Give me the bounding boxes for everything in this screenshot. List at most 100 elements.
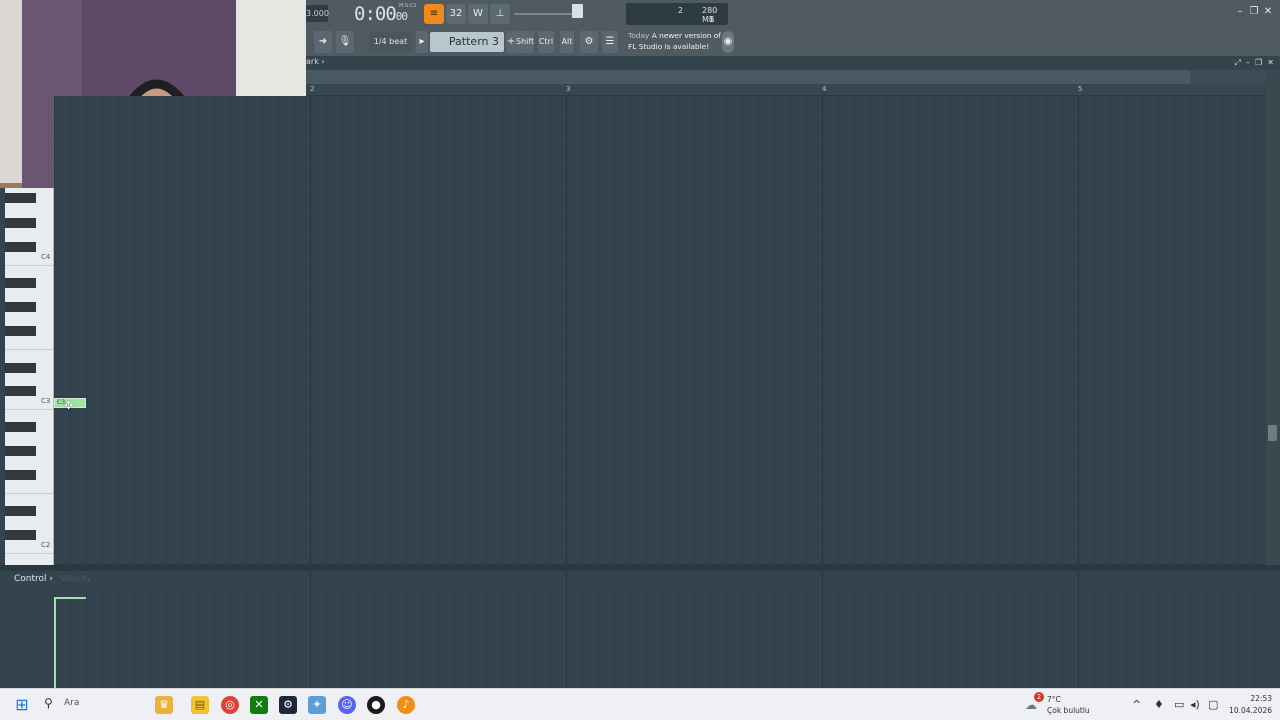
- clock-date: 10.04.2026: [1229, 706, 1272, 715]
- key-divider: [5, 349, 53, 350]
- fl-studio-window: 3.000 0:0000 M:S:CS ≡ 32 W ⊥ 2 280 MB 1 …: [0, 0, 1280, 720]
- microphone-tray-icon[interactable]: ♦: [1154, 698, 1164, 711]
- velocity-grid[interactable]: [54, 589, 1266, 688]
- shift-button[interactable]: Shift: [516, 31, 534, 53]
- app-settings-icon[interactable]: ✦: [308, 696, 326, 714]
- song-mode-button[interactable]: 32: [446, 4, 466, 24]
- black-key[interactable]: [5, 278, 36, 288]
- game-app-icon[interactable]: ♛: [155, 696, 173, 714]
- black-key[interactable]: [5, 386, 36, 396]
- black-key[interactable]: [5, 446, 36, 456]
- memory-value: 280 MB: [702, 6, 718, 24]
- transport-row: 3.000 0:0000 M:S:CS ≡ 32 W ⊥ 2 280 MB 1 …: [306, 0, 1280, 28]
- black-key[interactable]: [5, 470, 36, 480]
- key-label-c3: C3: [41, 397, 51, 405]
- add-pattern-icon[interactable]: +: [506, 31, 516, 53]
- ruler-bar-3: 3: [566, 85, 571, 93]
- black-key[interactable]: [5, 506, 36, 516]
- control-label-text: Control: [14, 574, 47, 584]
- file-explorer-icon[interactable]: ▤: [191, 696, 209, 714]
- black-key[interactable]: [5, 530, 36, 540]
- ctrl-button[interactable]: Ctrl: [538, 31, 554, 53]
- media-app-icon[interactable]: ●: [367, 696, 385, 714]
- wait-input-button[interactable]: W: [468, 4, 488, 24]
- bar-line: [566, 571, 567, 688]
- vertical-scroll-thumb[interactable]: [1268, 425, 1277, 441]
- note-grid[interactable]: [54, 96, 1266, 565]
- xbox-icon[interactable]: ✕: [250, 696, 268, 714]
- minimize-icon[interactable]: –: [1234, 6, 1246, 18]
- news-panel[interactable]: Today A newer version of FL Studio is av…: [628, 30, 728, 54]
- black-key[interactable]: [5, 363, 36, 373]
- control-target: Velocity: [60, 574, 92, 583]
- bar-line: [822, 571, 823, 688]
- chat-icon[interactable]: ▢: [1208, 698, 1218, 711]
- chevron-up-icon[interactable]: ^: [1132, 698, 1141, 711]
- black-key[interactable]: [5, 218, 36, 228]
- pattern-selector[interactable]: Pattern 3: [430, 32, 504, 52]
- vertical-scrollbar[interactable]: [1266, 70, 1280, 565]
- news-line1: A newer version of: [651, 31, 721, 40]
- timeline-ruler[interactable]: 2 3 4 5: [306, 84, 1266, 96]
- black-key[interactable]: [5, 326, 36, 336]
- weather-widget[interactable]: ☁ 2 7°C Çok bulutlu: [1025, 692, 1105, 718]
- key-label-c4: C4: [41, 253, 51, 261]
- control-label[interactable]: Control ›: [14, 574, 53, 584]
- black-key[interactable]: [5, 422, 36, 432]
- master-pitch-track: [514, 13, 572, 15]
- black-key[interactable]: [5, 242, 36, 252]
- weather-badge: 2: [1034, 692, 1044, 702]
- cpu-monitor: 2 280 MB 1: [626, 3, 728, 25]
- steam-icon[interactable]: ⚙: [279, 696, 297, 714]
- velocity-cap[interactable]: [54, 597, 86, 599]
- windows-start-icon[interactable]: ⊞: [13, 696, 31, 714]
- piano-roll-title: ark ›: [306, 57, 325, 66]
- bar-line: [822, 96, 823, 565]
- arrow-icon[interactable]: ➜: [314, 31, 332, 53]
- tempo-display[interactable]: 3.000: [306, 5, 329, 22]
- snap-selector[interactable]: 1/4 beat: [369, 32, 412, 52]
- horizontal-scrollbar[interactable]: [306, 70, 1190, 84]
- time-main: 0:00: [354, 3, 397, 25]
- discord-icon[interactable]: ☺: [338, 696, 356, 714]
- master-volume-knob[interactable]: [572, 4, 583, 18]
- news-today: Today: [628, 31, 650, 40]
- play-pattern-icon[interactable]: ▸: [416, 31, 428, 53]
- piano-roll-title-text: ark: [306, 57, 319, 66]
- polyphony-value: 1: [709, 15, 715, 24]
- network-icon[interactable]: ▭: [1174, 698, 1184, 711]
- news-line2: FL Studio is available!: [628, 42, 710, 51]
- bar-line: [310, 571, 311, 688]
- time-ms: 00: [395, 10, 408, 23]
- piano-roll-window-controls[interactable]: ⤢ – ❐ ✕: [1234, 58, 1274, 68]
- close-icon[interactable]: ✕: [1262, 6, 1274, 18]
- velocity-stem[interactable]: [54, 597, 56, 688]
- bar-line: [310, 96, 311, 565]
- settings-icon[interactable]: ⚙: [580, 31, 598, 53]
- key-label-c2: C2: [41, 541, 51, 549]
- black-key[interactable]: [5, 193, 36, 203]
- ruler-bar-2: 2: [310, 85, 315, 93]
- key-divider: [5, 493, 53, 494]
- black-key[interactable]: [5, 302, 36, 312]
- metronome-button[interactable]: ⊥: [490, 4, 510, 24]
- clock-time: 22:53: [1250, 694, 1272, 703]
- windows-taskbar: ⊞ ⚲ Ara ♛ ▤ ◎ ✕ ⚙ ✦ ☺ ● ♪ ☁ 2 7°C Çok bu…: [0, 688, 1280, 720]
- chrome-icon[interactable]: ◎: [221, 696, 239, 714]
- time-unit-label: M:S:CS: [399, 3, 417, 9]
- globe-icon[interactable]: ◉: [722, 31, 734, 53]
- move-cursor-icon: ✥: [64, 399, 74, 412]
- fl-studio-icon[interactable]: ♪: [397, 696, 415, 714]
- bar-line: [566, 96, 567, 565]
- volume-icon[interactable]: ◂): [1190, 698, 1200, 711]
- ruler-bar-4: 4: [822, 85, 827, 93]
- restore-icon[interactable]: ❐: [1248, 6, 1260, 18]
- microphone-icon[interactable]: 🎙: [336, 31, 354, 53]
- piano-roll-header: ark › ⤢ – ❐ ✕: [306, 56, 1280, 70]
- alt-button[interactable]: Alt: [560, 31, 574, 53]
- pattern-mode-button[interactable]: ≡: [424, 4, 444, 24]
- taskbar-clock[interactable]: 22:53 10.04.2026: [1226, 693, 1272, 717]
- piano-keyboard[interactable]: C4 C3 C2: [5, 188, 54, 565]
- search-icon: ⚲: [44, 696, 53, 710]
- shop-icon[interactable]: ☰: [602, 31, 618, 53]
